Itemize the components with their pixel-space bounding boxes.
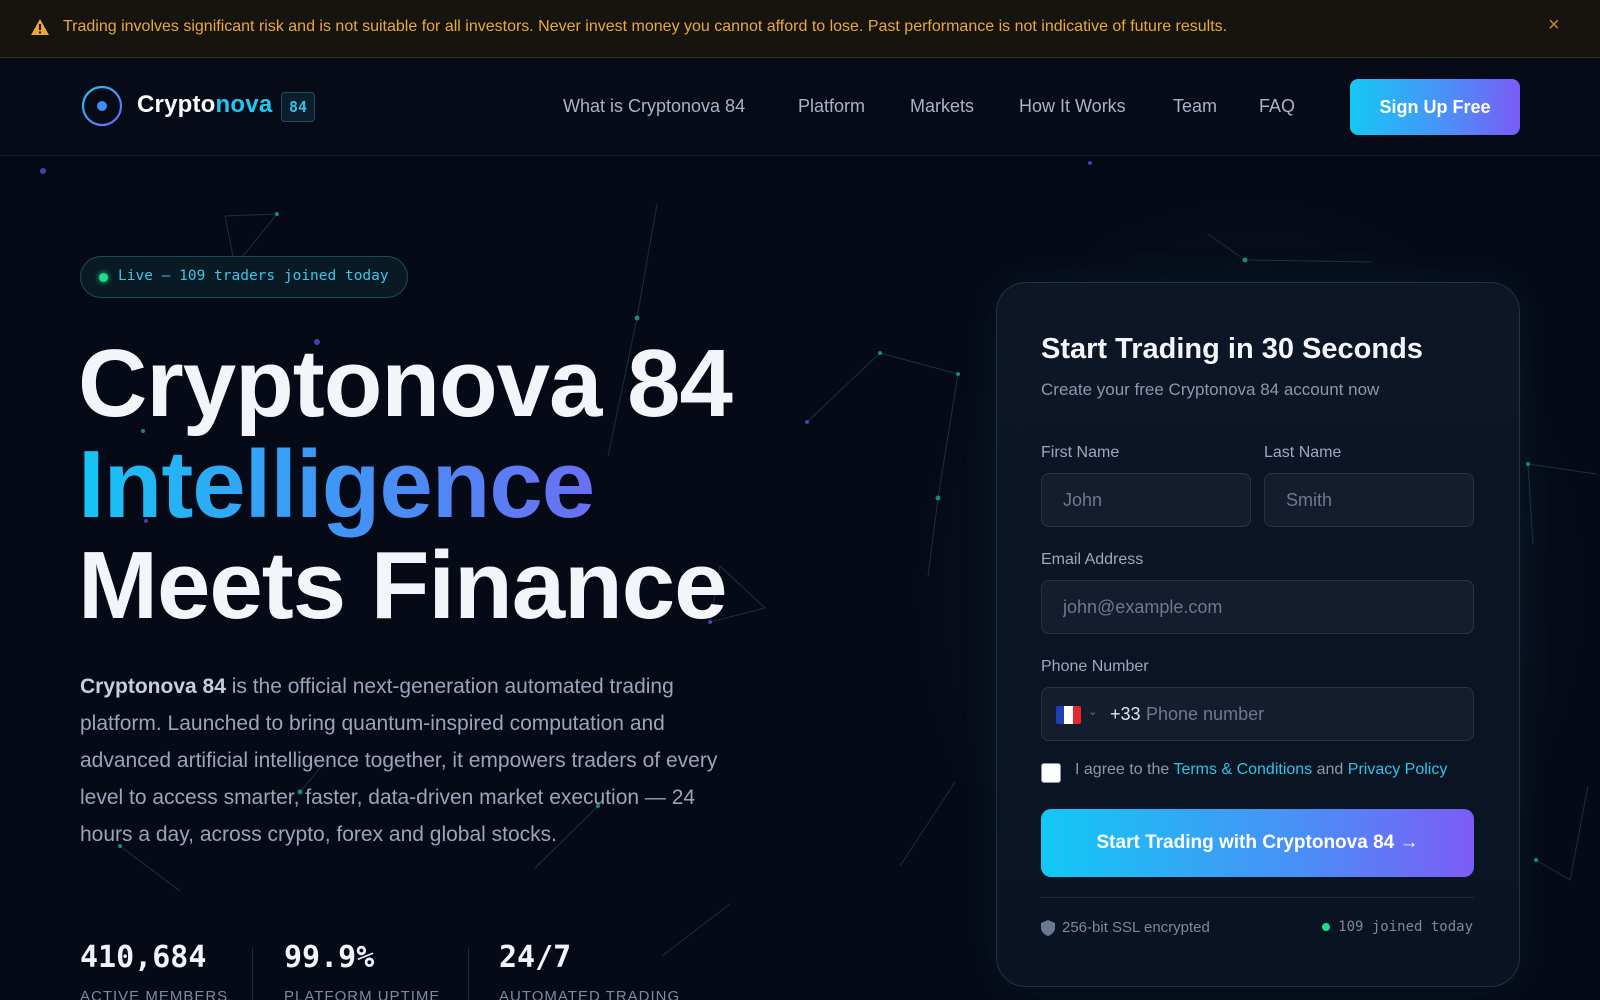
- hero-desc-brand: Cryptonova 84: [80, 675, 226, 698]
- nav-link-team[interactable]: Team: [1173, 96, 1217, 117]
- stat-value-trading: 24/7: [499, 940, 572, 975]
- form-divider: [1041, 897, 1474, 898]
- email-label: Email Address: [1041, 551, 1144, 568]
- first-name-field[interactable]: [1041, 473, 1251, 527]
- first-name-label: First Name: [1041, 444, 1120, 461]
- terms-agreement: I agree to the Terms & Conditions and Pr…: [1075, 761, 1447, 779]
- france-flag-icon[interactable]: [1056, 706, 1081, 724]
- stat-label-trading: AUTOMATED TRADING: [499, 988, 681, 1000]
- form-title: Start Trading in 30 Seconds: [1041, 333, 1423, 365]
- stat-label-uptime: PLATFORM UPTIME: [284, 988, 441, 1000]
- risk-warning-banner: Trading involves significant risk and is…: [0, 0, 1600, 58]
- nav-link-platform[interactable]: Platform: [798, 96, 865, 117]
- live-status-pill: Live — 109 traders joined today: [80, 256, 408, 298]
- nav-link-faq[interactable]: FAQ: [1259, 96, 1295, 117]
- live-status-text: Live — 109 traders joined today: [118, 268, 389, 284]
- agree-prefix: I agree to the: [1075, 761, 1174, 778]
- hero-title-highlight: Intelligence: [78, 431, 595, 538]
- joined-text: 109 joined today: [1338, 919, 1473, 935]
- nav-link-how-it-works[interactable]: How It Works: [1019, 96, 1126, 117]
- logo-main: Crypto: [137, 91, 216, 118]
- nav-link-markets[interactable]: Markets: [910, 96, 974, 117]
- warning-icon: [31, 19, 49, 35]
- live-dot-icon: [99, 273, 108, 282]
- stat-label-members: ACTIVE MEMBERS: [80, 988, 229, 1000]
- shield-icon: [1041, 919, 1055, 936]
- privacy-link[interactable]: Privacy Policy: [1348, 761, 1448, 778]
- top-navigation: Cryptonova 84 What is Cryptonova 84 Plat…: [0, 58, 1600, 156]
- sign-up-button[interactable]: Sign Up Free: [1350, 79, 1520, 135]
- dial-code: +33: [1110, 704, 1141, 724]
- hero-title-line2: Intelligence: [78, 435, 595, 535]
- risk-warning-text: Trading involves significant risk and is…: [63, 18, 1228, 35]
- stat-value-members: 410,684: [80, 940, 207, 975]
- agree-and: and: [1312, 761, 1348, 778]
- stat-divider: [252, 948, 253, 1000]
- phone-number-field[interactable]: [1146, 689, 1466, 739]
- hero-title-line1: Cryptonova 84: [78, 330, 733, 437]
- form-subtitle: Create your free Cryptonova 84 account n…: [1041, 380, 1380, 399]
- chevron-down-icon[interactable]: ⌄: [1088, 705, 1097, 718]
- logo-wordmark[interactable]: Cryptonova: [137, 91, 272, 119]
- signup-form-card: Start Trading in 30 Seconds Create your …: [996, 282, 1520, 987]
- logo-crosshair-icon[interactable]: [80, 84, 124, 128]
- hero-desc-body: is the official next-generation automate…: [80, 675, 718, 846]
- logo-accent: nova: [215, 91, 273, 118]
- joined-today-note: 109 joined today: [1322, 919, 1473, 935]
- close-icon[interactable]: ×: [1548, 14, 1560, 37]
- nav-link-what-is[interactable]: What is Cryptonova 84: [563, 96, 745, 117]
- green-dot-icon: [1322, 923, 1331, 931]
- last-name-field[interactable]: [1264, 473, 1474, 527]
- start-trading-button[interactable]: Start Trading with Cryptonova 84 →: [1041, 809, 1474, 877]
- terms-link[interactable]: Terms & Conditions: [1173, 761, 1312, 778]
- phone-label: Phone Number: [1041, 658, 1149, 675]
- email-field[interactable]: [1041, 580, 1474, 634]
- phone-field-group: ⌄ +33: [1041, 687, 1474, 741]
- stat-value-uptime: 99.9%: [284, 940, 375, 975]
- ssl-text: 256-bit SSL encrypted: [1062, 919, 1210, 936]
- stat-divider: [468, 948, 469, 1000]
- logo-badge: 84: [281, 92, 315, 122]
- hero-title-line3: Meets Finance: [78, 532, 728, 639]
- terms-checkbox[interactable]: [1041, 763, 1061, 783]
- ssl-note: 256-bit SSL encrypted: [1041, 919, 1210, 936]
- last-name-label: Last Name: [1264, 444, 1342, 461]
- hero-description: Cryptonova 84 is the official next-gener…: [80, 668, 730, 853]
